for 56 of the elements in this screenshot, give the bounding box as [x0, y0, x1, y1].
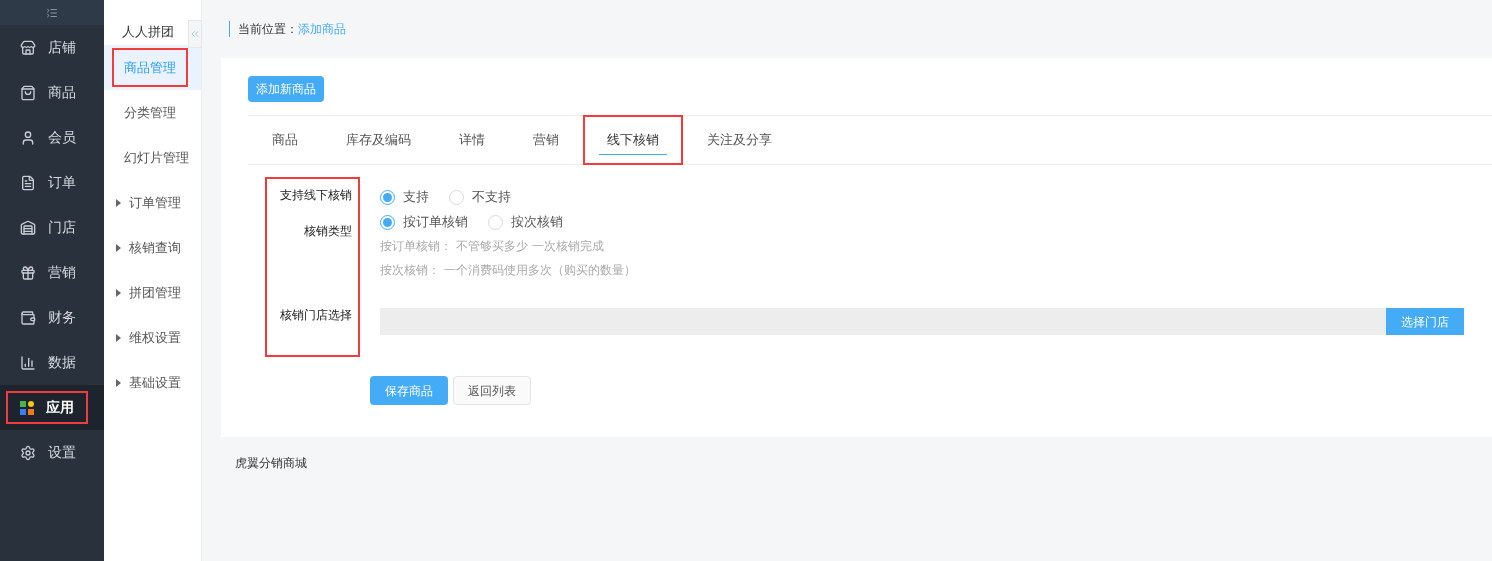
tab[interactable]: 关注及分享 [683, 115, 796, 165]
tab[interactable]: 营销 [509, 115, 583, 165]
caret-icon [116, 243, 121, 252]
hint-text: 按订单核销： 不管够买多少 一次核销完成 [380, 238, 605, 255]
sidebar-toggle[interactable] [0, 0, 104, 25]
back-button[interactable]: 返回列表 [453, 376, 531, 405]
sub-nav-item[interactable]: 核销查询 [104, 225, 201, 270]
nav-item[interactable]: 店铺 [0, 25, 104, 70]
chevrons-left-icon [189, 28, 201, 40]
tab[interactable]: 详情 [435, 115, 509, 165]
store-icon [20, 39, 36, 56]
nav-item[interactable]: 订单 [0, 160, 104, 205]
tab[interactable]: 商品 [248, 115, 322, 165]
caret-icon [116, 288, 121, 297]
collapse-menu-icon [46, 6, 58, 19]
settings-icon [20, 444, 36, 461]
hint-text: 按次核销： 一个消费码使用多次（购买的数量） [380, 262, 637, 279]
sub-nav-item[interactable]: 拼团管理 [104, 270, 201, 315]
chart-icon [20, 354, 36, 371]
footer-text: 虎翼分销商城 [235, 455, 307, 472]
nav-item[interactable]: 设置 [0, 430, 104, 475]
breadcrumb-label: 当前位置： [238, 21, 298, 38]
radio-label: 按次核销 [511, 213, 563, 232]
collapse-button[interactable] [188, 20, 202, 48]
nav-item[interactable]: 会员 [0, 115, 104, 160]
tab[interactable]: 库存及编码 [322, 115, 435, 165]
store-field[interactable] [380, 308, 1386, 335]
shop-icon [20, 219, 36, 236]
radio-label: 按订单核销 [403, 213, 468, 232]
user-icon [20, 129, 36, 146]
nav-item[interactable]: 商品 [0, 70, 104, 115]
caret-icon [116, 198, 121, 207]
field-label: 核销类型 [304, 223, 352, 240]
sub-nav-item[interactable]: 基础设置 [104, 360, 201, 405]
tab[interactable]: 线下核销 [583, 115, 683, 165]
nav-item[interactable]: 营销 [0, 250, 104, 295]
radio-label: 支持 [403, 188, 429, 207]
sub-nav-item[interactable]: 幻灯片管理 [104, 135, 201, 180]
money-bag-icon [20, 309, 36, 326]
field-label: 核销门店选择 [280, 307, 352, 324]
radio-label: 不支持 [472, 188, 511, 207]
caret-icon [116, 378, 121, 387]
nav-item[interactable]: 门店 [0, 205, 104, 250]
gift-icon [20, 264, 36, 281]
sub-sidebar-title: 人人拼团 [121, 22, 175, 41]
bag-icon [20, 84, 36, 101]
apps-icon [20, 400, 34, 415]
field-label: 支持线下核销 [280, 187, 352, 204]
caret-icon [116, 333, 121, 342]
nav-item[interactable]: 财务 [0, 295, 104, 340]
sub-nav-item[interactable]: 订单管理 [104, 180, 201, 225]
nav-item[interactable]: 数据 [0, 340, 104, 385]
sub-nav-item[interactable]: 维权设置 [104, 315, 201, 360]
document-icon [20, 174, 36, 191]
sub-nav-item[interactable]: 分类管理 [104, 90, 201, 135]
nav-item[interactable]: 应用 [0, 385, 104, 430]
